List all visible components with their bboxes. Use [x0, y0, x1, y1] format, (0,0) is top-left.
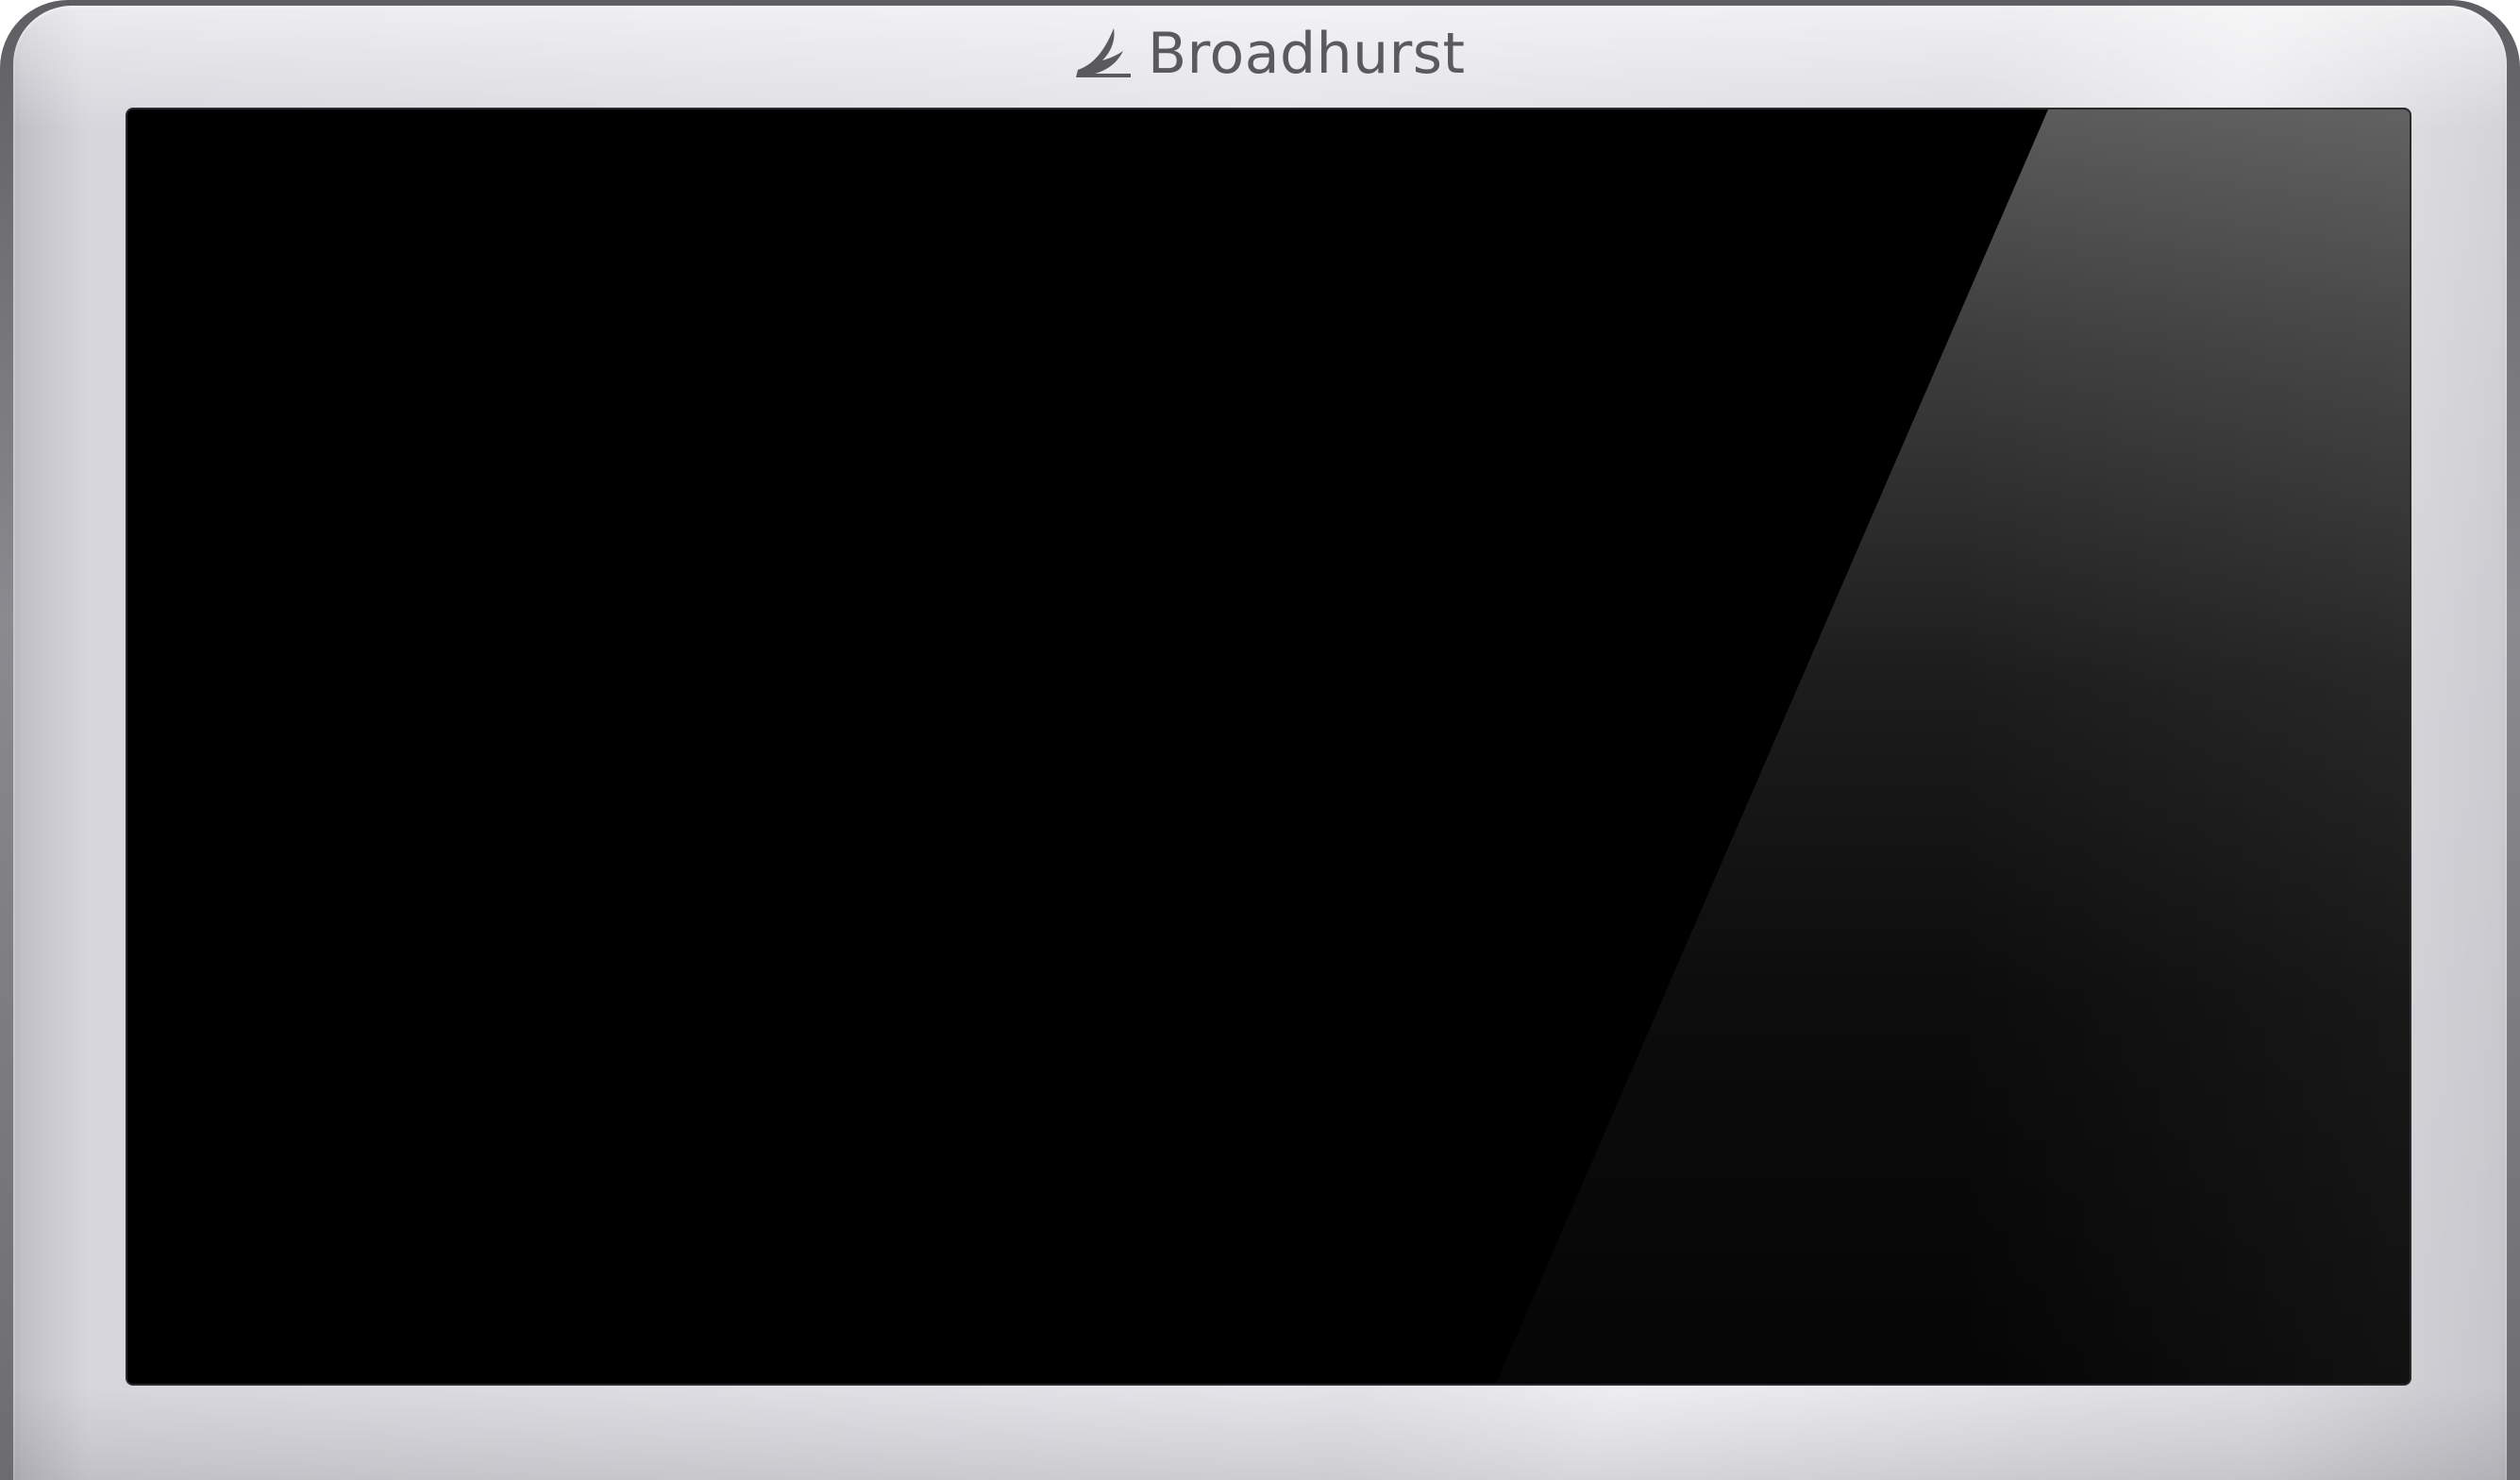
brand-logo: Broadhurst — [1074, 21, 1466, 87]
display-screen — [127, 109, 2410, 1384]
broadhurst-logo-icon — [1076, 28, 1131, 77]
monitor-device: Broadhurst — [0, 0, 2520, 1480]
screen-glare-edge — [1496, 109, 2410, 1384]
brand-name: Broadhurst — [1148, 21, 1466, 87]
